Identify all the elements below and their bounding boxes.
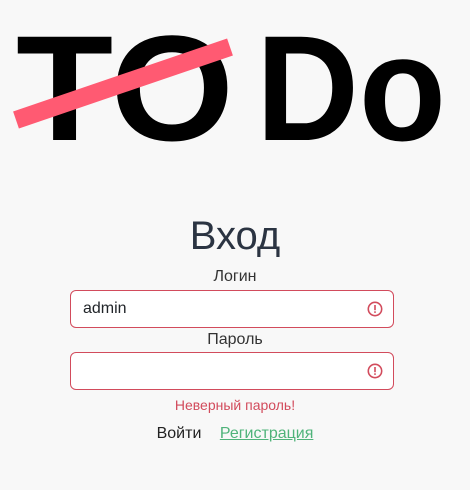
error-message: Неверный пароль! [174,397,296,413]
todo-logo: TO Do [0,0,470,160]
password-field [70,352,394,390]
login-page: TO Do Вход Логин Пароль Неверный пароль!… [0,0,470,490]
logo-main-text: Do [256,4,446,160]
exclamation-circle-icon [367,363,383,379]
password-label: Пароль [207,331,263,348]
form-actions: Войти Регистрация [0,423,470,445]
login-input[interactable] [71,291,361,327]
register-link[interactable]: Регистрация [220,425,314,442]
login-field [70,290,394,328]
password-input[interactable] [71,353,361,389]
exclamation-circle-icon [367,301,383,317]
page-title: Вход [189,214,281,258]
login-label: Логин [213,268,257,285]
login-button[interactable]: Войти [157,425,202,443]
